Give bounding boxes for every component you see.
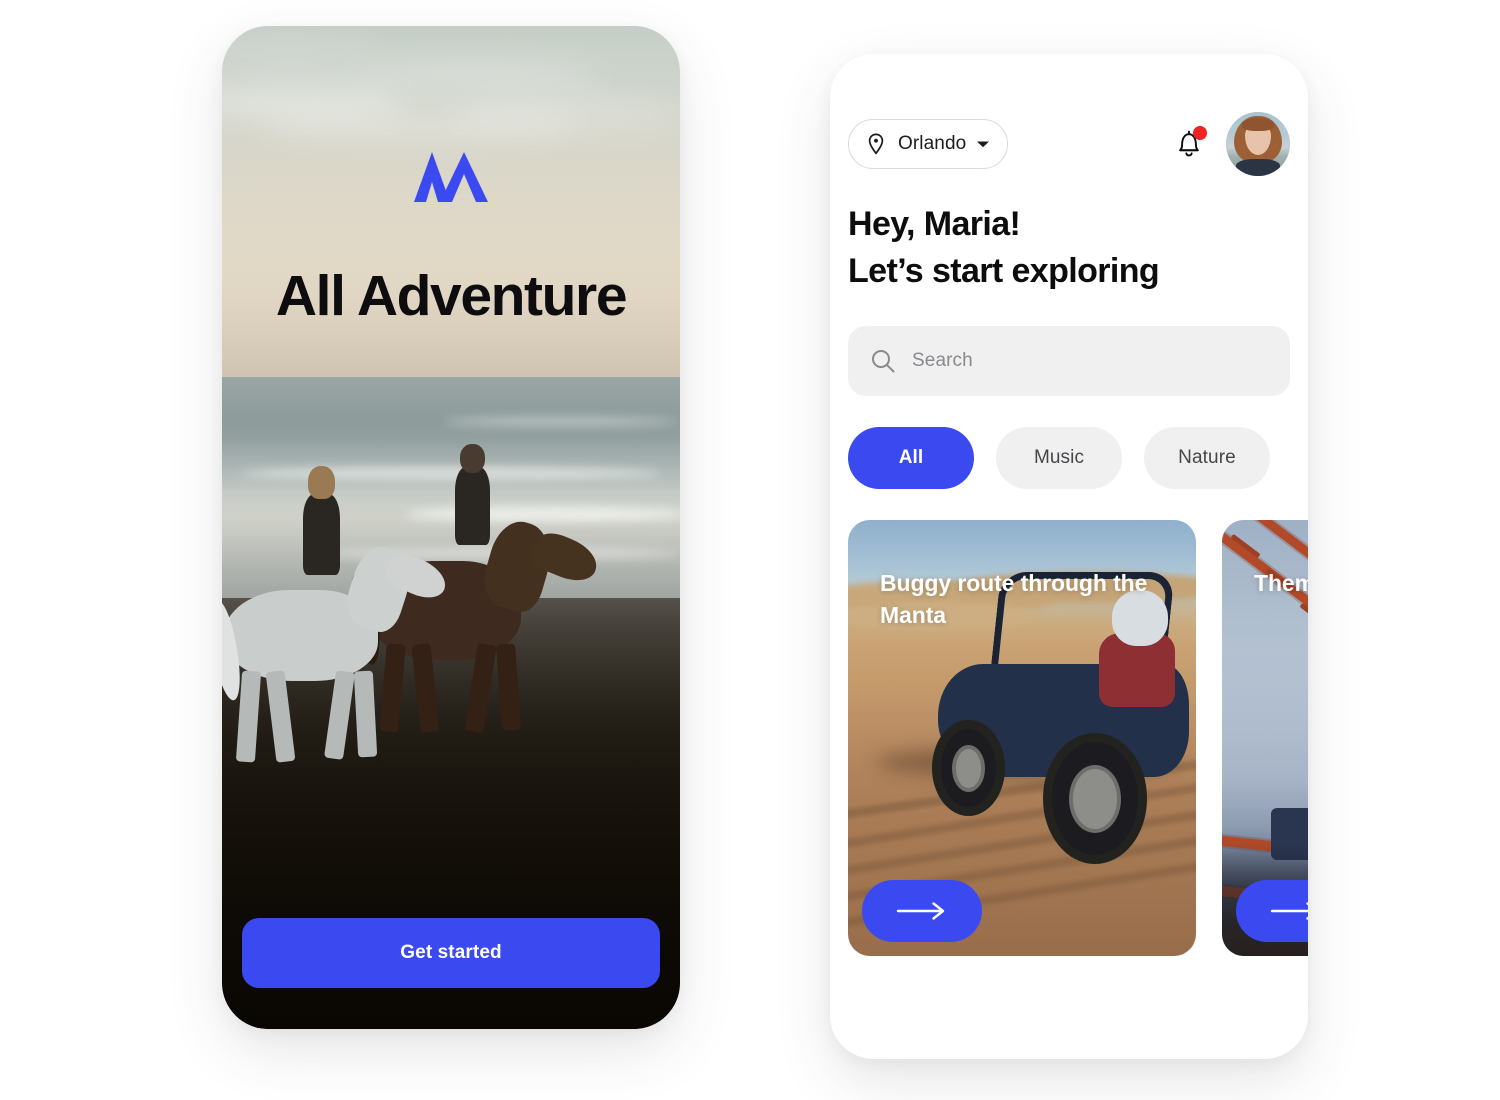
greeting-heading: Hey, Maria! Let’s start exploring (848, 201, 1290, 295)
mountain-m-logo (412, 148, 490, 206)
phone-onboarding-frame: All Adventure Get started (222, 26, 680, 1029)
home-topbar: Orlando (848, 112, 1290, 176)
experience-cards-row: Buggy route through the Manta Them (848, 519, 1308, 960)
greeting-line-1: Hey, Maria! (848, 205, 1021, 243)
experience-card-open-button[interactable] (862, 879, 982, 942)
sky-layer (222, 26, 680, 388)
phone-home-frame: Orlando Hey, Maria! Let’s start explorin… (830, 54, 1308, 1059)
experience-card-theme-park[interactable]: Theme park (1222, 519, 1308, 956)
experience-card-title: Buggy route through the Manta (880, 569, 1148, 628)
rider-female (303, 493, 341, 575)
arrow-right-icon (1270, 901, 1308, 921)
location-pin-icon (864, 132, 888, 156)
search-icon (870, 348, 896, 374)
search-input[interactable]: Search (848, 325, 1290, 396)
notifications-button[interactable] (1174, 126, 1207, 161)
arrow-right-icon (896, 901, 948, 921)
experience-card-title: Theme park (1254, 569, 1308, 596)
buggy-wheel (1042, 733, 1148, 865)
avatar-shoulders (1236, 159, 1280, 176)
filter-chip-all[interactable]: All (848, 426, 974, 489)
category-filter-row: All Music Nature (848, 426, 1290, 489)
rider-female-head (308, 465, 336, 499)
notification-badge-dot (1193, 126, 1207, 140)
white-horse (222, 465, 478, 767)
filter-chip-nature[interactable]: Nature (1144, 426, 1270, 489)
chevron-down-icon (976, 140, 990, 149)
home-screen: Orlando Hey, Maria! Let’s start explorin… (830, 54, 1308, 1059)
avatar-fringe (1242, 117, 1274, 131)
buggy-wheel (931, 720, 1005, 817)
filter-chip-music[interactable]: Music (996, 426, 1122, 489)
coaster-tie (1299, 603, 1308, 628)
experience-card-buggy[interactable]: Buggy route through the Manta (848, 519, 1196, 956)
cloud-icon (350, 62, 603, 91)
get-started-button[interactable]: Get started (242, 918, 660, 988)
cloud-icon (222, 40, 383, 63)
location-selector[interactable]: Orlando (848, 119, 1009, 169)
onboarding-screen: All Adventure Get started (222, 26, 680, 1029)
search-placeholder: Search (912, 349, 973, 371)
horse-riders-group (222, 427, 680, 788)
mockup-stage: All Adventure Get started Orlando Hey, M… (0, 0, 1500, 1100)
avatar[interactable] (1226, 112, 1290, 176)
experience-card-open-button[interactable] (1236, 879, 1308, 942)
cloud-icon (451, 98, 680, 131)
location-label: Orlando (898, 133, 967, 154)
onboarding-title: All Adventure (275, 264, 628, 328)
rider-male-head (460, 443, 485, 473)
topbar-actions (1174, 112, 1290, 176)
greeting-line-2: Let’s start exploring (848, 251, 1160, 290)
